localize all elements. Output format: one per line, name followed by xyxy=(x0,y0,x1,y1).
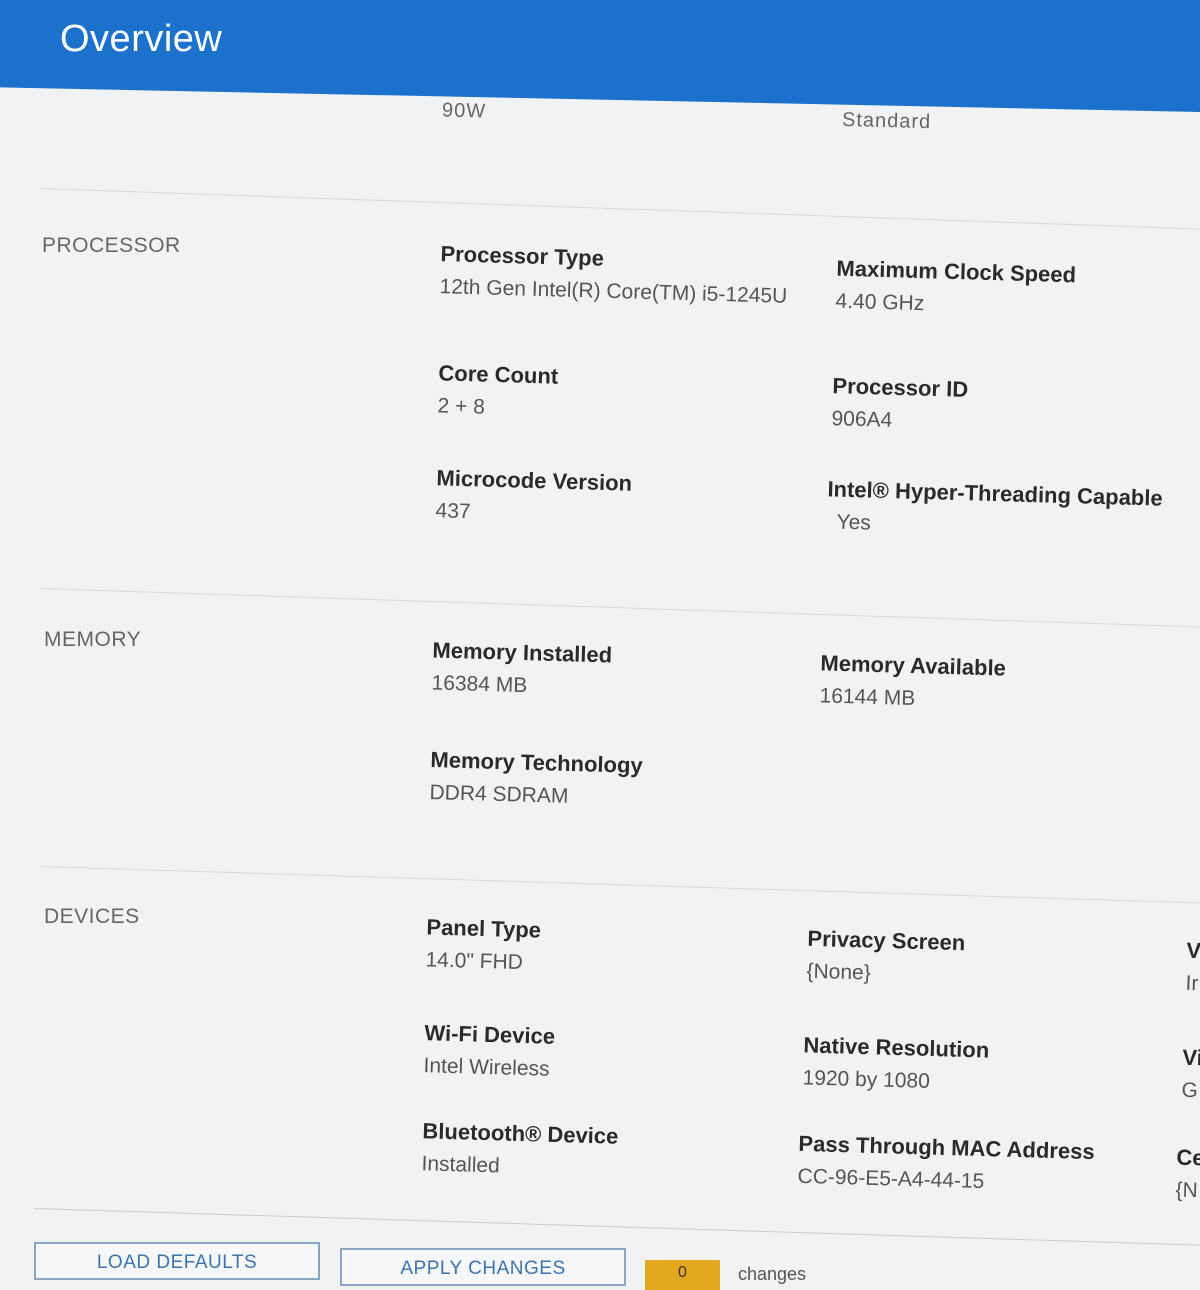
section-label-memory: MEMORY xyxy=(44,628,142,651)
cutoff-value-left: 90W xyxy=(441,99,487,123)
section-label-processor: PROCESSOR xyxy=(42,234,181,257)
field-wifi-device: Wi-Fi Device Intel Wireless xyxy=(423,1020,555,1082)
field-max-clock-speed: Maximum Clock Speed 4.40 GHz xyxy=(835,256,1076,321)
field-value: 4.40 GHz xyxy=(835,289,925,316)
divider xyxy=(39,188,1200,230)
field-label: Panel Type xyxy=(426,914,542,943)
field-value: 437 xyxy=(435,499,471,524)
field-panel-type: Panel Type 14.0" FHD xyxy=(425,914,541,975)
field-cutoff-2: Vi G xyxy=(1181,1045,1200,1104)
changes-label: changes xyxy=(738,1264,807,1284)
field-cutoff-1: V Ir xyxy=(1185,938,1200,996)
field-label: Processor Type xyxy=(440,241,605,271)
field-label: Memory Installed xyxy=(432,637,613,668)
field-label: Core Count xyxy=(438,360,559,389)
field-label: Pass Through MAC Address xyxy=(798,1130,1095,1165)
divider xyxy=(39,588,1200,628)
field-processor-id: Processor ID 906A4 xyxy=(831,373,968,435)
field-label: Memory Available xyxy=(820,650,1007,681)
field-value: Ir xyxy=(1185,971,1199,996)
field-value: CC-96-E5-A4-44-15 xyxy=(797,1164,985,1194)
field-value: 16384 MB xyxy=(431,671,528,698)
section-label-devices: DEVICES xyxy=(44,905,140,928)
load-defaults-button[interactable]: LOAD DEFAULTS xyxy=(34,1242,320,1280)
field-value: 906A4 xyxy=(831,407,893,432)
field-value: 12th Gen Intel(R) Core(TM) i5-1245U xyxy=(439,275,788,308)
field-privacy-screen: Privacy Screen {None} xyxy=(806,926,965,988)
field-memory-available: Memory Available 16144 MB xyxy=(819,650,1006,713)
field-value: Installed xyxy=(421,1152,501,1178)
field-core-count: Core Count 2 + 8 xyxy=(437,360,558,421)
field-value: 2 + 8 xyxy=(437,394,486,419)
field-value: {N xyxy=(1175,1178,1199,1203)
apply-changes-button[interactable]: APPLY CHANGES xyxy=(340,1248,626,1286)
field-value: {None} xyxy=(806,959,872,985)
field-label: Native Resolution xyxy=(803,1032,990,1063)
field-label: Vi xyxy=(1182,1044,1200,1071)
field-value: G xyxy=(1181,1078,1199,1103)
field-label: Privacy Screen xyxy=(807,925,966,956)
changes-count-badge: 0 xyxy=(645,1260,720,1290)
page-title: Overview xyxy=(60,18,223,60)
field-label: Bluetooth® Device xyxy=(422,1118,619,1149)
field-label: Microcode Version xyxy=(436,465,633,496)
field-value: Intel Wireless xyxy=(423,1054,550,1081)
field-label: Intel® Hyper-Threading Capable xyxy=(827,476,1164,511)
field-memory-technology: Memory Technology DDR4 SDRAM xyxy=(429,747,643,811)
field-label: Maximum Clock Speed xyxy=(836,255,1077,288)
field-memory-installed: Memory Installed 16384 MB xyxy=(431,638,612,701)
field-label: Processor ID xyxy=(832,373,969,402)
cutoff-value-right: Standard xyxy=(841,108,932,134)
field-value: Yes xyxy=(836,510,872,535)
divider xyxy=(33,1208,1200,1246)
field-hyper-threading: Intel® Hyper-Threading Capable Yes xyxy=(826,476,1163,543)
field-native-resolution: Native Resolution 1920 by 1080 xyxy=(802,1032,989,1095)
field-cutoff-3: Ce {N xyxy=(1175,1145,1200,1204)
field-value: 1920 by 1080 xyxy=(802,1066,931,1093)
field-label: Ce xyxy=(1176,1144,1200,1171)
field-bluetooth-device: Bluetooth® Device Installed xyxy=(421,1118,618,1181)
field-value: 16144 MB xyxy=(819,684,916,711)
field-value: DDR4 SDRAM xyxy=(429,781,569,808)
divider xyxy=(39,866,1200,904)
field-value: 14.0" FHD xyxy=(425,948,524,975)
field-label: Memory Technology xyxy=(430,747,644,778)
field-label: Wi-Fi Device xyxy=(424,1020,556,1049)
field-processor-type: Processor Type 12th Gen Intel(R) Core(TM… xyxy=(439,241,788,309)
field-label: V xyxy=(1186,937,1200,964)
field-microcode-version: Microcode Version 437 xyxy=(435,465,632,528)
field-pass-through-mac: Pass Through MAC Address CC-96-E5-A4-44-… xyxy=(797,1131,1095,1197)
